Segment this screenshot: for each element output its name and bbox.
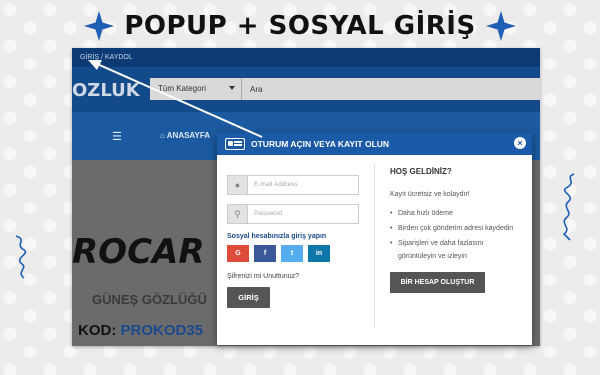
banner-title: POPUP + SOSYAL GİRİŞ <box>124 11 476 41</box>
list-item: Birden çok gönderim adresi kaydedin <box>390 222 520 235</box>
promo-code: KOD: PROKOD35 <box>78 322 203 339</box>
email-placeholder: E-mail Address <box>254 181 298 188</box>
social-login-title: Sosyal hesabınızla giriş yapın <box>227 233 327 240</box>
hamburger-menu-icon[interactable]: ☰ <box>112 130 122 143</box>
social-login-buttons: G f t in <box>227 245 359 262</box>
user-icon: ● <box>228 176 248 194</box>
login-button[interactable]: GİRİŞ <box>227 287 270 308</box>
column-divider <box>374 163 375 328</box>
promo-label: KOD: <box>78 322 117 339</box>
twitter-login-button[interactable]: t <box>281 245 303 262</box>
nav-home-link[interactable]: ⌂ ANASAYFA <box>160 131 210 140</box>
login-modal: OTURUM AÇIN VEYA KAYIT OLUN × ● E-mail A… <box>217 133 532 345</box>
star-icon <box>84 11 115 41</box>
email-field[interactable]: ● E-mail Address <box>227 175 359 195</box>
close-icon[interactable]: × <box>514 137 526 149</box>
linkedin-login-button[interactable]: in <box>308 245 330 262</box>
star-icon <box>485 11 516 41</box>
login-form: ● E-mail Address ⚲ Password Sosyal hesab… <box>227 175 359 308</box>
password-field[interactable]: ⚲ Password <box>227 204 359 224</box>
banner: POPUP + SOSYAL GİRİŞ <box>0 6 600 46</box>
site-header: OZLUK Tüm Kategori Ara <box>72 68 540 112</box>
nav-home-label: ANASAYFA <box>166 131 211 140</box>
site-logo[interactable]: OZLUK <box>72 80 140 101</box>
modal-title: OTURUM AÇIN VEYA KAYIT OLUN <box>251 139 390 149</box>
squiggle-decoration <box>562 173 575 241</box>
forgot-password-link[interactable]: Şifrenizi mi Unuttunuz? <box>227 273 359 280</box>
chevron-down-icon <box>229 86 235 90</box>
search-input[interactable]: Ara <box>242 85 270 94</box>
google-login-button[interactable]: G <box>227 245 249 262</box>
squiggle-decoration <box>15 235 27 279</box>
modal-header: OTURUM AÇIN VEYA KAYIT OLUN × <box>217 133 532 155</box>
welcome-heading: HOŞ GELDİNİZ? <box>390 167 452 176</box>
category-select[interactable]: Tüm Kategori <box>150 78 242 100</box>
register-panel: HOŞ GELDİNİZ? Kayıt ücretsiz ve kolaydır… <box>390 167 520 293</box>
register-subline: Kayıt ücretsiz ve kolaydır! <box>390 191 470 198</box>
brand-heading: ROCAR <box>72 232 205 272</box>
create-account-button[interactable]: BİR HESAP OLUŞTUR <box>390 272 485 293</box>
password-placeholder: Password <box>254 210 283 217</box>
list-item: Daha hızlı ödeme <box>390 207 520 220</box>
login-register-link[interactable]: GİRİŞ / KAYDOL <box>80 54 133 61</box>
category-select-label: Tüm Kategori <box>158 84 207 93</box>
key-icon: ⚲ <box>228 205 248 223</box>
top-bar: GİRİŞ / KAYDOL <box>72 48 540 68</box>
facebook-login-button[interactable]: f <box>254 245 276 262</box>
search-bar: Tüm Kategori Ara <box>150 78 540 100</box>
benefits-list: Daha hızlı ödeme Birden çok gönderim adr… <box>390 207 520 263</box>
list-item: Siparişleri ve daha fazlasını görüntüley… <box>390 237 520 263</box>
brand-subheading: GÜNEŞ GÖZLÜĞÜ <box>92 292 207 307</box>
id-card-icon <box>225 138 245 150</box>
promo-code-value: PROKOD35 <box>120 322 204 339</box>
